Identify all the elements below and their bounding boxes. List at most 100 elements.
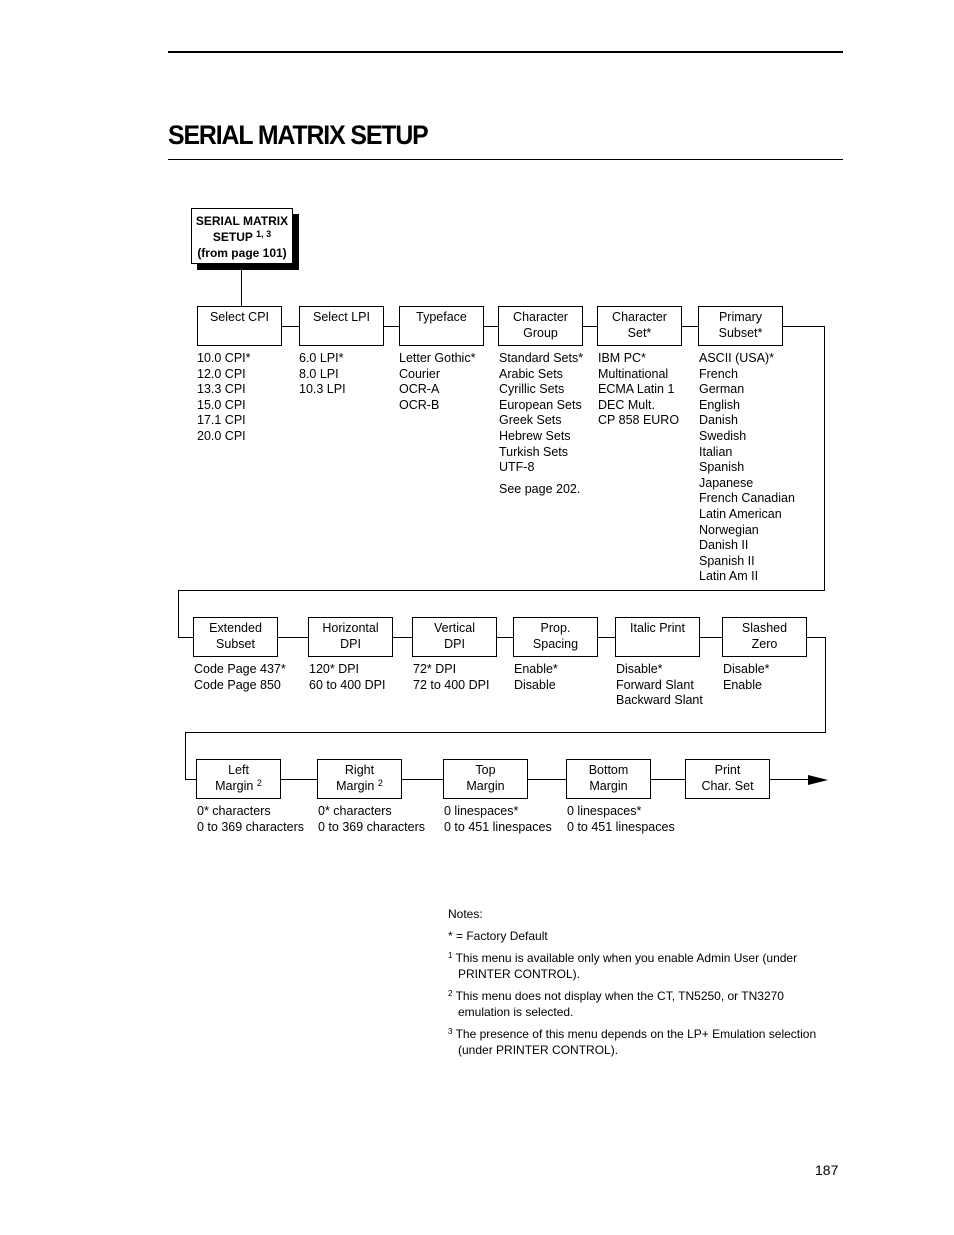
- option-item: 10.0 CPI*: [197, 351, 251, 365]
- options-left-margin: 0* characters 0 to 369 characters: [197, 804, 304, 835]
- connector: [278, 637, 308, 638]
- option-item: French: [699, 366, 738, 381]
- options-character-set: IBM PC* Multinational ECMA Latin 1 DEC Mult…: [598, 351, 679, 429]
- options-typeface: Letter Gothic* Courier OCR-A OCR-B: [399, 351, 475, 413]
- menu-prop-spacing[interactable]: Prop. Spacing: [513, 617, 598, 657]
- connector: [178, 637, 193, 638]
- root-connector: [241, 270, 242, 307]
- menu-right-margin[interactable]: Right Margin 2: [317, 759, 402, 799]
- option-item: 0* characters: [318, 804, 392, 818]
- options-vertical-dpi: 72* DPI 72 to 400 DPI: [413, 662, 489, 693]
- wrap-line: [825, 637, 826, 732]
- option-item: 10.3 LPI: [299, 382, 346, 397]
- options-right-margin: 0* characters 0 to 369 characters: [318, 804, 425, 835]
- wrap-line: [178, 590, 179, 637]
- wrap-line: [185, 732, 186, 779]
- option-item: 60 to 400 DPI: [309, 677, 386, 692]
- option-item: Standard Sets*: [499, 351, 584, 365]
- option-item: European Sets: [499, 397, 582, 412]
- menu-bottom-margin[interactable]: Bottom Margin: [566, 759, 651, 799]
- option-item: Norwegian: [699, 522, 759, 537]
- connector: [770, 779, 810, 780]
- root-footnote-ref: 1, 3: [256, 229, 272, 239]
- connector: [651, 779, 685, 780]
- option-item: Multinational: [598, 366, 669, 381]
- menu-character-group[interactable]: Character Group: [498, 306, 583, 346]
- option-item: Swedish: [699, 428, 747, 443]
- option-item: Spanish II: [699, 553, 755, 568]
- option-item: 8.0 LPI: [299, 366, 339, 381]
- option-item: Forward Slant: [616, 677, 694, 692]
- option-item: 0 linespaces*: [567, 804, 642, 818]
- option-item: Enable: [723, 677, 762, 692]
- options-top-margin: 0 linespaces* 0 to 451 linespaces: [444, 804, 552, 835]
- option-item: 72 to 400 DPI: [413, 677, 490, 692]
- option-item: Greek Sets: [499, 413, 562, 428]
- options-primary-subset: ASCII (USA)* French German English Danish Swe…: [699, 351, 795, 585]
- option-item: 0 to 369 characters: [197, 819, 305, 834]
- options-select-cpi: 10.0 CPI* 12.0 CPI 13.3 CPI 15.0 CPI 17.1 CP…: [197, 351, 251, 445]
- menu-slashed-zero[interactable]: Slashed Zero: [722, 617, 807, 657]
- connector: [384, 326, 399, 327]
- connector: [700, 637, 722, 638]
- option-item: UTF-8: [499, 460, 535, 475]
- options-select-lpi: 6.0 LPI* 8.0 LPI 10.3 LPI: [299, 351, 346, 398]
- option-item: OCR-A: [399, 382, 440, 397]
- connector: [497, 637, 513, 638]
- option-item: Disable*: [723, 662, 770, 676]
- menu-left-margin[interactable]: Left Margin 2: [196, 759, 281, 799]
- connector: [484, 326, 498, 327]
- see-page-link[interactable]: See page 202.: [499, 482, 583, 498]
- options-extended-subset: Code Page 437* Code Page 850: [194, 662, 286, 693]
- notes-heading: Notes:: [448, 907, 483, 921]
- menu-typeface[interactable]: Typeface: [399, 306, 484, 346]
- option-item: Enable*: [514, 662, 558, 676]
- option-item: 6.0 LPI*: [299, 351, 344, 365]
- menu-top-margin[interactable]: Top Margin: [443, 759, 528, 799]
- root-line1: SERIAL MATRIX: [195, 214, 289, 228]
- arrow-right-icon: [808, 775, 828, 785]
- option-item: ECMA Latin 1: [598, 382, 675, 397]
- option-item: OCR-B: [399, 397, 440, 412]
- menu-italic-print[interactable]: Italic Print: [615, 617, 700, 657]
- menu-print-char-set[interactable]: Print Char. Set: [685, 759, 770, 799]
- options-slashed-zero: Disable* Enable: [723, 662, 770, 693]
- option-item: 20.0 CPI: [197, 428, 246, 443]
- wrap-line: [185, 732, 826, 733]
- root-line3: (from page 101): [197, 246, 287, 260]
- options-bottom-margin: 0 linespaces* 0 to 451 linespaces: [567, 804, 675, 835]
- options-character-group: Standard Sets* Arabic Sets Cyrillic Sets Eu…: [499, 351, 583, 497]
- menu-character-set[interactable]: Character Set*: [597, 306, 682, 346]
- menu-select-lpi[interactable]: Select LPI: [299, 306, 384, 346]
- option-item: Backward Slant: [616, 693, 703, 708]
- option-item: 12.0 CPI: [197, 366, 246, 381]
- options-italic-print: Disable* Forward Slant Backward Slant: [616, 662, 703, 709]
- title-underline: [168, 159, 843, 160]
- option-item: English: [699, 397, 740, 412]
- page-title: SERIAL MATRIX SETUP: [168, 120, 429, 150]
- footnote-ref: 2: [256, 777, 262, 788]
- menu-select-cpi[interactable]: Select CPI: [197, 306, 282, 346]
- connector: [807, 637, 825, 638]
- option-item: Latin American: [699, 506, 782, 521]
- menu-primary-subset[interactable]: Primary Subset*: [698, 306, 783, 346]
- connector: [393, 637, 412, 638]
- option-item: Italian: [699, 444, 733, 459]
- option-item: 15.0 CPI: [197, 397, 246, 412]
- option-item: Arabic Sets: [499, 366, 563, 381]
- option-item: Letter Gothic*: [399, 351, 476, 365]
- option-item: IBM PC*: [598, 351, 646, 365]
- root-line2: SETUP: [212, 230, 253, 244]
- root-menu-box[interactable]: SERIAL MATRIX SETUP 1, 3 (from page 101): [191, 208, 293, 264]
- options-horizontal-dpi: 120* DPI 60 to 400 DPI: [309, 662, 385, 693]
- option-item: Cyrillic Sets: [499, 382, 565, 397]
- option-item: Disable: [514, 677, 556, 692]
- menu-extended-subset[interactable]: Extended Subset: [193, 617, 278, 657]
- option-item: Code Page 850: [194, 677, 281, 692]
- menu-vertical-dpi[interactable]: Vertical DPI: [412, 617, 497, 657]
- option-item: 0 to 451 linespaces: [444, 819, 552, 834]
- connector: [682, 326, 698, 327]
- option-item: Hebrew Sets: [499, 428, 571, 443]
- option-item: 13.3 CPI: [197, 382, 246, 397]
- menu-horizontal-dpi[interactable]: Horizontal DPI: [308, 617, 393, 657]
